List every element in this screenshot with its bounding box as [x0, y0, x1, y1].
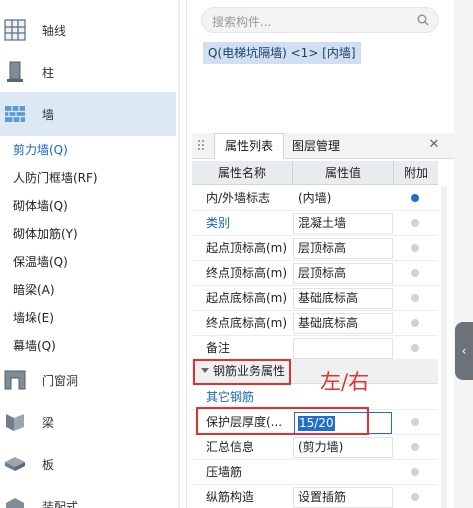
nav-item-civil-defense-door-wall[interactable]: 人防门框墙(RF)	[13, 169, 98, 186]
annotation-left-right: 左/右	[320, 370, 370, 394]
wall-icon	[5, 106, 25, 122]
nav-category-wall[interactable]: 墙	[0, 92, 176, 136]
nav-category-slab[interactable]: 板	[0, 442, 176, 486]
extra-checkbox[interactable]	[411, 418, 419, 426]
property-name: 起点顶标高(m)	[206, 241, 288, 255]
header-extra: 附加	[403, 166, 428, 180]
property-value[interactable]: 混凝土墙	[293, 213, 393, 234]
extra-checkbox[interactable]	[411, 219, 419, 227]
grid-axis-icon	[4, 19, 26, 41]
property-row[interactable]: 纵筋构造 设置插筋	[192, 485, 438, 508]
component-search[interactable]: 搜索构件...	[201, 7, 439, 33]
tab-layers[interactable]: 图层管理	[292, 133, 340, 159]
property-value[interactable]	[293, 462, 393, 483]
property-table-header: 属性名称 属性值 附加	[192, 161, 438, 185]
property-value[interactable]: 设置插筋	[293, 487, 393, 508]
panel-divider[interactable]	[178, 0, 180, 508]
header-property-name: 属性名称	[217, 166, 266, 180]
extra-checkbox[interactable]	[411, 269, 419, 277]
nav-item-wall-pier[interactable]: 墙垛(E)	[13, 309, 54, 326]
tab-properties[interactable]: 属性列表	[214, 133, 284, 159]
property-name: 压墙筋	[206, 465, 243, 479]
property-value[interactable]: 基础底标高	[293, 288, 393, 309]
nav-category-label: 梁	[42, 415, 55, 430]
nav-item-curtain-wall[interactable]: 幕墙(Q)	[13, 337, 56, 354]
nav-category-beam[interactable]: 梁	[0, 400, 176, 444]
nav-category-label: 板	[42, 457, 55, 472]
extra-checkbox[interactable]	[411, 468, 419, 476]
property-row[interactable]: 备注	[192, 336, 438, 361]
slab-icon	[5, 457, 25, 471]
nav-category-column[interactable]: 柱	[0, 50, 176, 94]
door-window-icon	[4, 370, 26, 390]
close-icon[interactable]: ✕	[427, 136, 441, 154]
extra-checkbox[interactable]	[411, 493, 419, 501]
extra-checkbox[interactable]	[411, 443, 419, 451]
column-icon	[7, 61, 23, 82]
search-input[interactable]: 搜索构件...	[212, 13, 271, 30]
property-row[interactable]: 起点顶标高(m) 层顶标高	[192, 236, 438, 261]
chevron-left-icon: ‹	[461, 344, 467, 358]
nav-category-door-window[interactable]: 门窗洞	[0, 358, 176, 402]
nav-category-label: 装配式	[42, 499, 79, 508]
property-value[interactable]: (内墙)	[293, 188, 393, 209]
property-value[interactable]	[293, 338, 393, 359]
property-row[interactable]: 终点顶标高(m) 层顶标高	[192, 261, 438, 286]
property-scrollbar[interactable]	[441, 186, 447, 508]
property-row[interactable]: 汇总信息 (剪力墙)	[192, 435, 438, 460]
property-name: 汇总信息	[206, 440, 255, 454]
property-row[interactable]: 压墙筋	[192, 460, 438, 485]
prefab-icon	[6, 498, 24, 508]
nav-item-masonry-reinforcement[interactable]: 砌体加筋(Y)	[13, 225, 78, 242]
nav-category-label: 门窗洞	[42, 373, 79, 388]
nav-category-axis[interactable]: 轴线	[0, 8, 176, 52]
nav-category-prefab[interactable]: 装配式	[0, 484, 176, 508]
property-name: 起点底标高(m)	[206, 291, 288, 305]
property-row[interactable]: 内/外墙标志 (内墙)	[192, 186, 438, 211]
component-nav: 轴线 柱 墙 剪力墙(Q) 人防门框墙(RF) 砌体墙(Q) 砌体加筋(Y) 保…	[0, 0, 176, 508]
extra-checkbox[interactable]	[411, 244, 419, 252]
extra-checkbox-checked[interactable]	[411, 194, 419, 202]
nav-item-hidden-beam[interactable]: 暗梁(A)	[13, 281, 55, 298]
nav-item-shear-wall[interactable]: 剪力墙(Q)	[13, 141, 68, 158]
drag-grip-icon[interactable]	[197, 139, 205, 151]
extra-checkbox[interactable]	[411, 319, 419, 327]
property-name: 终点底标高(m)	[206, 316, 288, 330]
highlight-box-group	[193, 359, 291, 385]
header-property-value: 属性值	[324, 166, 361, 180]
search-icon[interactable]	[417, 14, 429, 26]
property-row[interactable]: 起点底标高(m) 基础底标高	[192, 286, 438, 311]
nav-category-label: 墙	[42, 107, 55, 122]
extra-checkbox[interactable]	[411, 344, 419, 352]
property-name: 备注	[206, 341, 231, 355]
property-row[interactable]: 终点底标高(m) 基础底标高	[192, 311, 438, 336]
collapse-handle[interactable]: ‹	[455, 322, 473, 380]
panel-divider-line	[186, 0, 187, 508]
property-value[interactable]: 层顶标高	[293, 238, 393, 259]
property-row[interactable]: 类别 混凝土墙	[192, 211, 438, 236]
extra-checkbox[interactable]	[411, 294, 419, 302]
property-value[interactable]: 基础底标高	[293, 313, 393, 334]
property-name-link[interactable]: 类别	[206, 211, 230, 236]
nav-category-label: 柱	[42, 65, 55, 80]
property-name: 纵筋构造	[206, 490, 255, 504]
selected-component-tag[interactable]: Q(电梯坑隔墙) <1> [内墙]	[203, 42, 361, 64]
property-value[interactable]: (剪力墙)	[293, 437, 393, 458]
property-name: 终点顶标高(m)	[206, 266, 288, 280]
nav-category-label: 轴线	[42, 23, 67, 38]
beam-icon	[6, 414, 24, 431]
property-value[interactable]: 层顶标高	[293, 263, 393, 284]
property-name: 内/外墙标志	[206, 191, 271, 205]
right-gutter	[454, 0, 473, 508]
highlight-box-cover	[196, 407, 369, 435]
nav-item-insulation-wall[interactable]: 保温墙(Q)	[13, 253, 68, 270]
nav-item-masonry-wall[interactable]: 砌体墙(Q)	[13, 197, 68, 214]
